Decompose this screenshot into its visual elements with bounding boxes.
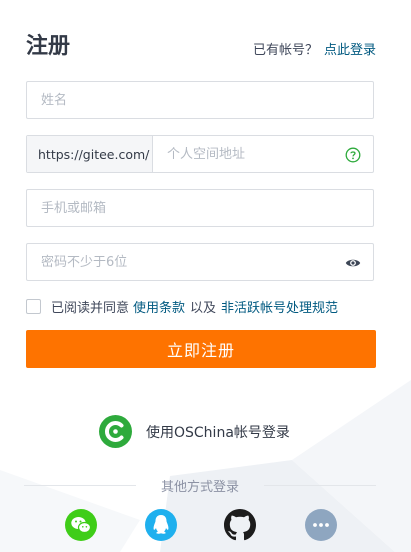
have-account-text: 已有帐号？ bbox=[252, 43, 318, 58]
login-link[interactable]: 点此登录 bbox=[324, 43, 376, 58]
divider-line-right bbox=[264, 485, 376, 486]
login-prompt: 已有帐号？ 点此登录 bbox=[253, 39, 376, 58]
page-title: 注册 bbox=[26, 34, 71, 59]
register-button[interactable]: 立即注册 bbox=[26, 330, 376, 368]
eye-icon[interactable] bbox=[345, 255, 361, 271]
password-input[interactable] bbox=[27, 244, 373, 280]
password-field bbox=[26, 243, 374, 281]
oschina-login-button[interactable]: 使用OSChina帐号登录 bbox=[99, 415, 290, 448]
agreement-row: 已阅读并同意 使用条款 以及 非活跃帐号处理规范 bbox=[26, 297, 338, 316]
agree-text: 已阅读并同意 bbox=[51, 301, 130, 316]
space-url-prefix: https://gitee.com/ bbox=[27, 136, 153, 172]
help-icon[interactable] bbox=[345, 147, 361, 163]
agree-checkbox[interactable] bbox=[26, 299, 41, 314]
name-input[interactable] bbox=[27, 82, 373, 118]
space-address-field: https://gitee.com/ bbox=[26, 135, 374, 173]
phone-email-field bbox=[26, 189, 374, 227]
oschina-login-label: 使用OSChina帐号登录 bbox=[146, 424, 290, 441]
oschina-logo-icon bbox=[99, 415, 132, 448]
qq-icon[interactable] bbox=[145, 509, 177, 541]
other-login-divider: 其他方式登录 bbox=[24, 476, 376, 495]
github-icon[interactable] bbox=[224, 509, 256, 541]
and-text: 以及 bbox=[190, 301, 217, 316]
wechat-icon[interactable] bbox=[65, 509, 97, 541]
inactive-account-policy-link[interactable]: 非活跃帐号处理规范 bbox=[221, 297, 338, 316]
name-field bbox=[26, 81, 374, 119]
space-address-input[interactable] bbox=[153, 136, 373, 172]
terms-link[interactable]: 使用条款 bbox=[133, 297, 185, 316]
phone-email-input[interactable] bbox=[27, 190, 373, 226]
more-icon[interactable] bbox=[305, 509, 337, 541]
